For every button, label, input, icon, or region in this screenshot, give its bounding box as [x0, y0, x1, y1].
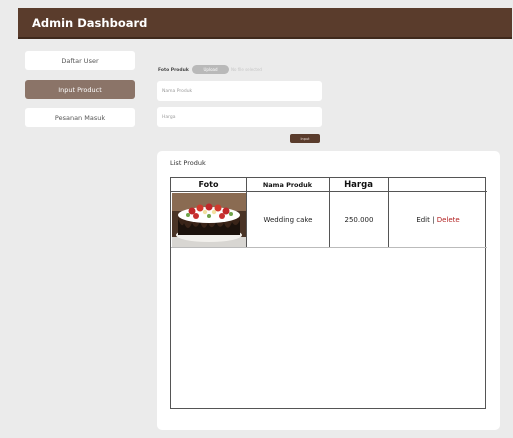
wedding-cake-image — [172, 193, 246, 247]
app-frame: Admin Dashboard Daftar User Input Produc… — [0, 0, 513, 438]
product-actions-cell: Edit | Delete — [389, 193, 487, 247]
upload-button[interactable]: Upload — [192, 65, 229, 74]
product-name-cell: Wedding cake — [263, 216, 313, 224]
row-divider — [171, 247, 487, 248]
edit-link[interactable]: Edit — [416, 216, 430, 224]
sidebar-item-label: Input Product — [58, 85, 102, 94]
delete-link[interactable]: Delete — [437, 216, 460, 224]
cake-photo — [172, 193, 246, 247]
sidebar-item-label: Daftar User — [61, 56, 99, 65]
file-status-text: No file selected — [231, 67, 262, 72]
sidebar-item-label: Pesanan Masuk — [54, 113, 106, 122]
submit-button[interactable]: Input — [290, 134, 320, 143]
column-header-foto: Foto — [171, 178, 246, 192]
product-table: Foto Nama Produk Harga Wedding cake 250.… — [170, 177, 487, 409]
product-name-placeholder: Nama Produk — [162, 88, 193, 94]
product-price-cell: 250.000 — [344, 216, 374, 224]
sidebar-item-input-product[interactable]: Input Product — [25, 80, 135, 99]
submit-button-label: Input — [300, 136, 310, 141]
sidebar-item-pesanan-masuk[interactable]: Pesanan Masuk — [25, 108, 135, 127]
column-header-nama-produk: Nama Produk — [246, 178, 329, 192]
column-header-harga: Harga — [329, 178, 388, 192]
price-placeholder: Harga — [162, 114, 176, 120]
header-bar: Admin Dashboard — [18, 8, 512, 39]
upload-button-label: Upload — [203, 67, 218, 72]
product-list-title: List Produk — [170, 159, 206, 167]
product-name-input[interactable]: Nama Produk — [157, 81, 322, 101]
sidebar-item-daftar-user[interactable]: Daftar User — [25, 51, 135, 70]
photo-field-label: Foto Produk — [158, 68, 189, 73]
action-separator: | — [429, 216, 437, 224]
column-header-actions — [388, 178, 487, 192]
product-list-card: List Produk Foto Nama Produk Harga Weddi… — [157, 151, 500, 430]
app-title: Admin Dashboard — [32, 16, 148, 30]
price-input[interactable]: Harga — [157, 107, 322, 127]
